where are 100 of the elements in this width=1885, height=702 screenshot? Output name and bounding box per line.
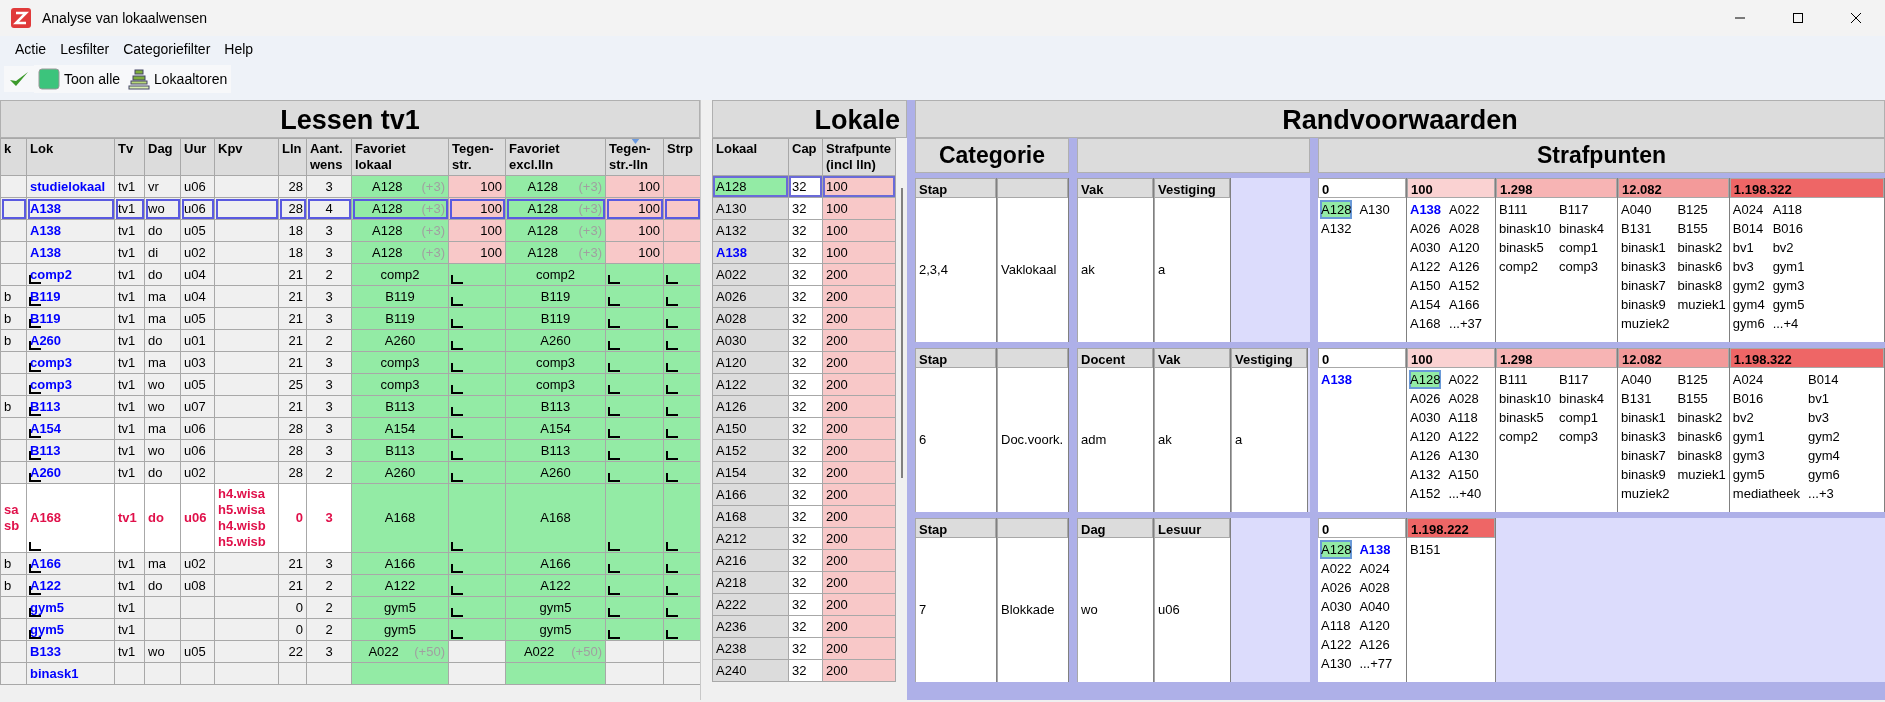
column-header[interactable]: Favoriet excl.lln [505, 138, 606, 176]
room-item[interactable]: binask7 [1620, 276, 1671, 295]
room-item[interactable]: A122 [1320, 635, 1353, 654]
table-cell[interactable]: A138 [712, 241, 789, 264]
room-item[interactable]: binask9 [1620, 465, 1671, 484]
room-item[interactable]: binask6 [1676, 427, 1727, 446]
room-item[interactable]: A026 [1409, 389, 1442, 408]
table-cell[interactable]: A218 [712, 571, 789, 594]
room-item[interactable]: A028 [1447, 389, 1483, 408]
room-item[interactable]: A118 [1771, 200, 1806, 219]
room-item[interactable]: A126 [1448, 257, 1483, 276]
table-cell[interactable]: A238 [712, 637, 789, 660]
column-header[interactable]: Dag [144, 138, 181, 176]
table-cell[interactable]: A130 [712, 197, 789, 220]
room-item[interactable]: binask8 [1676, 446, 1727, 465]
room-item[interactable]: B016 [1771, 219, 1806, 238]
toolbar-button[interactable]: Lokaaltoren [124, 65, 232, 93]
room-item[interactable]: binask8 [1676, 276, 1727, 295]
menu-item[interactable]: Help [217, 36, 261, 62]
room-item[interactable]: B111 [1498, 200, 1553, 219]
room-item[interactable]: A024 [1731, 200, 1766, 219]
room-item[interactable]: binask9 [1620, 295, 1671, 314]
room-item[interactable]: A152 [1448, 276, 1483, 295]
room-item[interactable]: A130 [1320, 654, 1353, 673]
room-item[interactable]: B131 [1620, 389, 1671, 408]
column-header[interactable]: Tv [114, 138, 145, 176]
room-item[interactable]: A128 [1320, 200, 1353, 219]
room-item[interactable]: binask6 [1676, 257, 1727, 276]
room-item[interactable]: A026 [1409, 219, 1443, 238]
room-item[interactable]: A022 [1448, 200, 1483, 219]
room-item[interactable]: A150 [1409, 276, 1443, 295]
room-item[interactable]: binask3 [1620, 257, 1671, 276]
room-item[interactable]: A022 [1320, 559, 1353, 578]
room-item[interactable]: ...+4 [1771, 314, 1806, 333]
room-item[interactable]: gym5 [1731, 465, 1802, 484]
room-item[interactable]: A030 [1409, 408, 1442, 427]
room-item[interactable]: A120 [1448, 238, 1483, 257]
splitter[interactable] [907, 100, 915, 700]
table-cell[interactable]: A222 [712, 593, 789, 616]
column-header[interactable]: Lok [26, 138, 115, 176]
room-item[interactable]: binask5 [1498, 238, 1553, 257]
room-item[interactable]: B111 [1498, 370, 1553, 389]
room-item[interactable]: A126 [1358, 635, 1394, 654]
column-header[interactable]: Aant. wens [306, 138, 352, 176]
table-cell[interactable]: A128 [712, 175, 789, 198]
room-item[interactable]: B155 [1676, 389, 1727, 408]
room-item[interactable]: B014 [1807, 370, 1841, 389]
room-item[interactable]: A120 [1409, 427, 1442, 446]
column-header[interactable]: Lokaal [712, 138, 789, 176]
table-cell[interactable]: A126 [712, 395, 789, 418]
room-item[interactable]: A118 [1320, 616, 1353, 635]
room-item[interactable]: A040 [1358, 597, 1394, 616]
room-item[interactable]: A154 [1409, 295, 1443, 314]
column-header[interactable]: Lln [278, 138, 307, 176]
room-item[interactable]: gym6 [1807, 465, 1841, 484]
room-item[interactable]: A128 [1409, 370, 1442, 389]
table-cell[interactable]: A122 [712, 373, 789, 396]
room-item[interactable]: bv3 [1731, 257, 1766, 276]
room-item[interactable]: gym6 [1731, 314, 1766, 333]
table-cell[interactable]: A150 [712, 417, 789, 440]
room-item[interactable]: binask1 [1620, 238, 1671, 257]
room-item[interactable]: gym3 [1731, 446, 1802, 465]
room-item[interactable]: A026 [1320, 578, 1353, 597]
room-item[interactable]: B016 [1731, 389, 1802, 408]
room-item[interactable]: gym2 [1731, 276, 1766, 295]
room-item[interactable]: ...+40 [1447, 484, 1483, 503]
column-header[interactable]: Kpv [214, 138, 279, 176]
room-item[interactable]: binask10 [1498, 219, 1553, 238]
room-item[interactable]: A030 [1409, 238, 1443, 257]
room-item[interactable]: muziek2 [1620, 314, 1671, 333]
room-item[interactable]: B151 [1409, 540, 1442, 559]
room-item[interactable]: gym2 [1807, 427, 1841, 446]
room-item[interactable]: comp3 [1558, 257, 1605, 276]
room-item[interactable]: bv3 [1807, 408, 1841, 427]
room-item[interactable]: A022 [1447, 370, 1483, 389]
table-cell[interactable]: A022 [712, 263, 789, 286]
room-item[interactable]: comp1 [1558, 238, 1605, 257]
room-item[interactable]: A166 [1448, 295, 1483, 314]
room-item[interactable]: A138 [1358, 540, 1394, 559]
room-item[interactable]: bv1 [1731, 238, 1766, 257]
room-item[interactable]: binask7 [1620, 446, 1671, 465]
scrollbar-thumb[interactable] [901, 188, 903, 478]
room-item[interactable]: A120 [1358, 616, 1394, 635]
table-cell[interactable]: A166 [712, 483, 789, 506]
table-cell[interactable]: A154 [712, 461, 789, 484]
room-item[interactable]: A132 [1409, 465, 1442, 484]
room-item[interactable]: bv2 [1731, 408, 1802, 427]
room-item[interactable]: A130 [1447, 446, 1483, 465]
room-item[interactable]: A130 [1358, 200, 1391, 219]
room-item[interactable]: binask4 [1558, 219, 1605, 238]
room-item[interactable]: binask10 [1498, 389, 1553, 408]
table-cell[interactable]: A240 [712, 659, 789, 682]
room-item[interactable]: A126 [1409, 446, 1442, 465]
room-item[interactable]: A030 [1320, 597, 1353, 616]
table-cell[interactable]: A168 [712, 505, 789, 528]
table-cell[interactable]: A120 [712, 351, 789, 374]
room-item[interactable]: gym4 [1731, 295, 1766, 314]
room-item[interactable]: B125 [1676, 370, 1727, 389]
column-header[interactable]: Tegen- str. [448, 138, 506, 176]
table-cell[interactable]: A030 [712, 329, 789, 352]
